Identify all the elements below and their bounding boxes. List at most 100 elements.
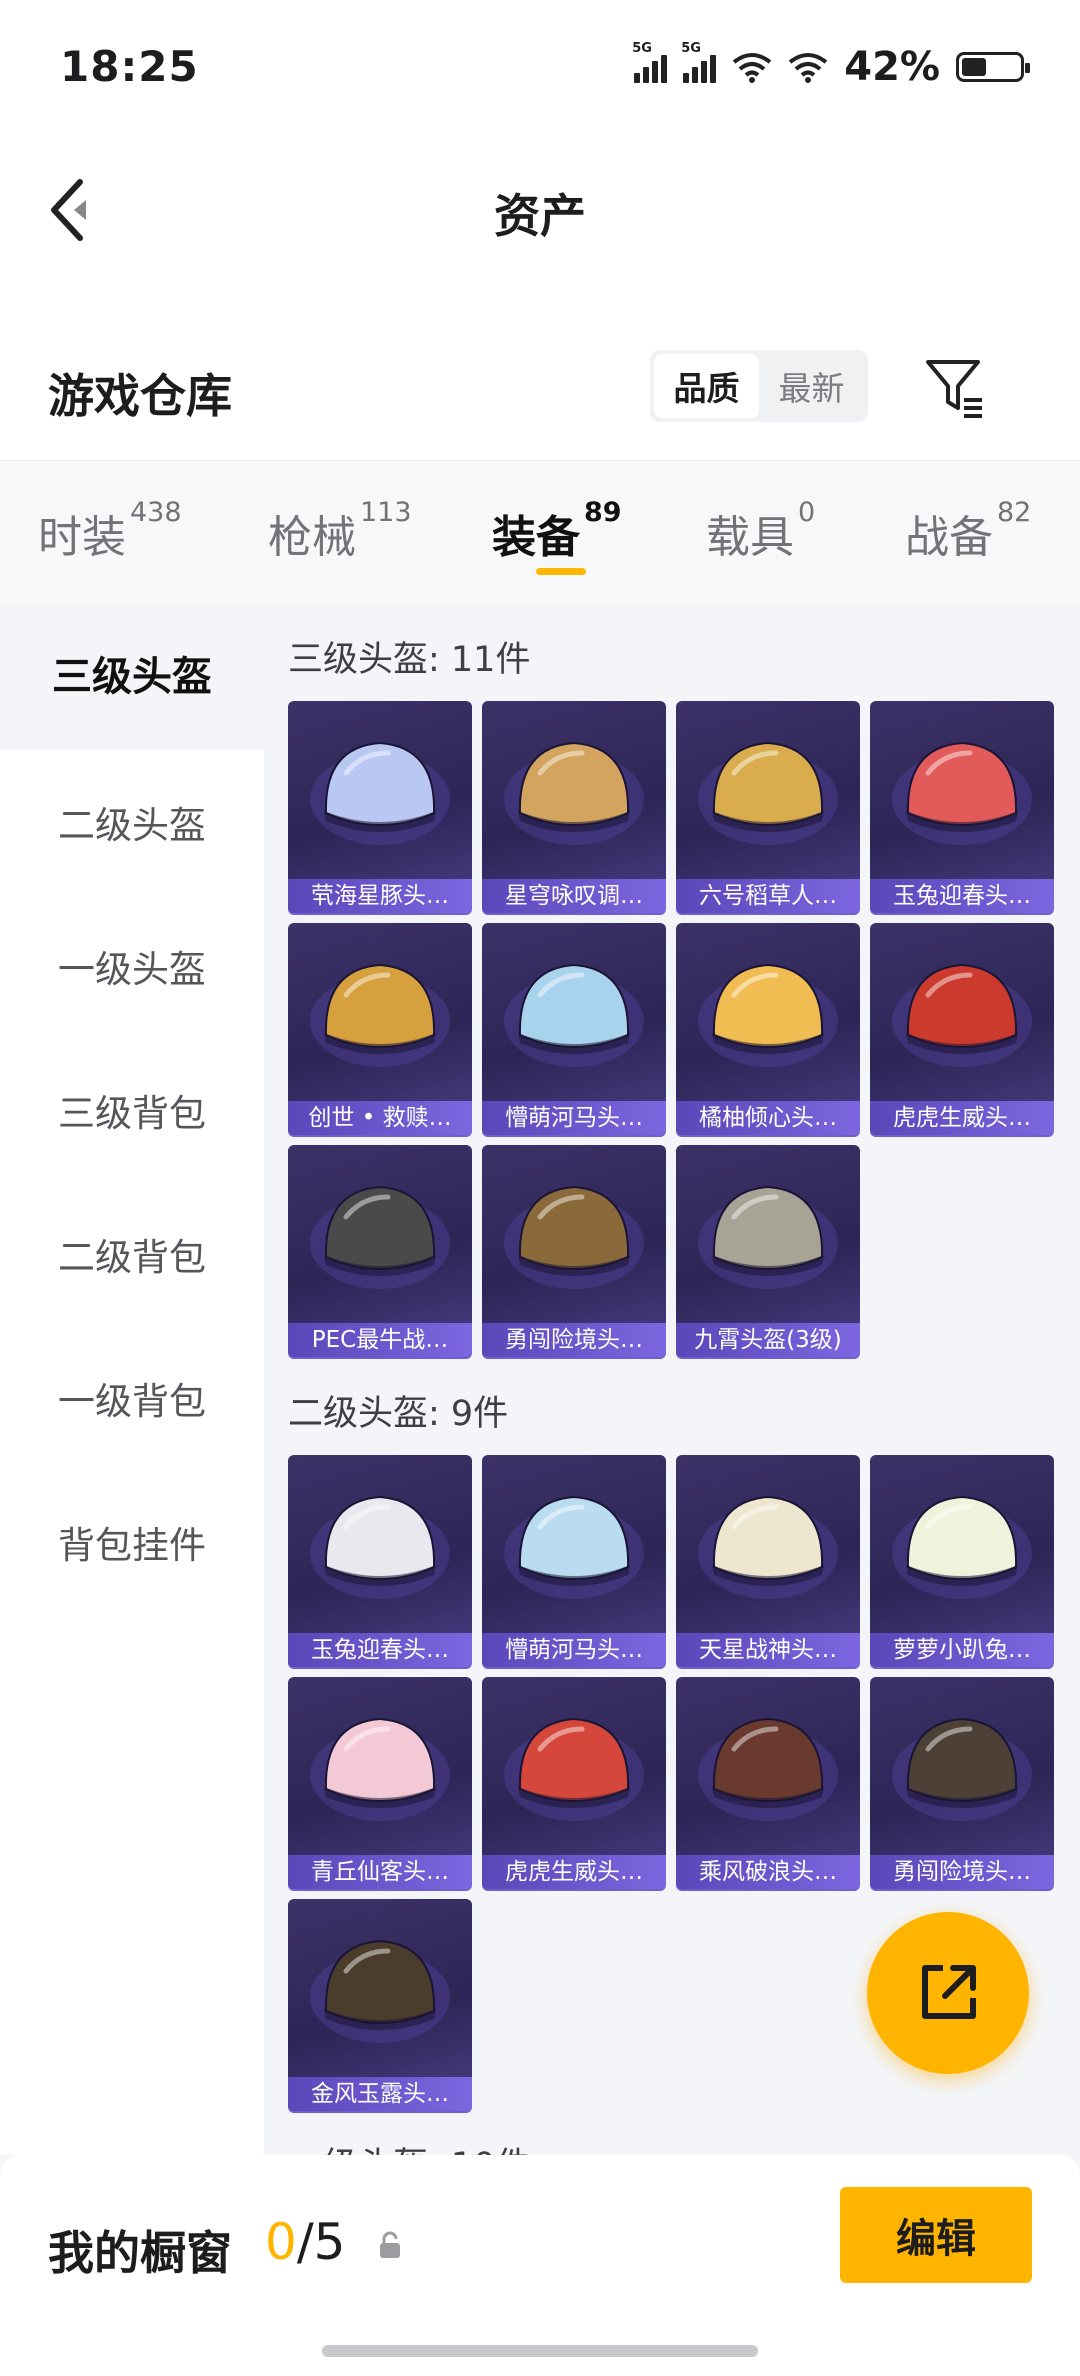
sort-option-latest[interactable]: 最新: [759, 354, 864, 418]
warehouse-title: 游戏仓库: [48, 369, 232, 423]
item-name: PEC最牛战…: [288, 1323, 472, 1357]
helmet-icon: [504, 963, 644, 1067]
item-name: 萝萝小趴兔…: [870, 1633, 1054, 1667]
item-name: 金风玉露头…: [288, 2077, 472, 2111]
showcase-bar: 我的橱窗 0/5 编辑: [0, 2155, 1080, 2376]
item-card[interactable]: 六号稻草人…: [676, 701, 860, 913]
sidebar-item-level1-helmet[interactable]: 一级头盔: [0, 939, 264, 993]
edit-button[interactable]: 编辑: [840, 2187, 1032, 2283]
item-name: 虎虎生威头…: [870, 1101, 1054, 1135]
helmet-icon: [504, 1495, 644, 1599]
item-card[interactable]: 茕海星豚头…: [288, 701, 472, 913]
item-card[interactable]: 懵萌河马头…: [482, 1455, 666, 1667]
warehouse-header: 游戏仓库 品质 最新: [0, 330, 1080, 460]
item-name: 懵萌河马头…: [482, 1101, 666, 1135]
item-name: 玉兔迎春头…: [288, 1633, 472, 1667]
item-card[interactable]: 天星战神头…: [676, 1455, 860, 1667]
item-name: 天星战神头…: [676, 1633, 860, 1667]
item-card[interactable]: PEC最牛战…: [288, 1145, 472, 1357]
helmet-icon: [310, 963, 450, 1067]
helmet-icon: [698, 963, 838, 1067]
item-card[interactable]: 创世 • 救赎…: [288, 923, 472, 1135]
tab-weapons[interactable]: 枪械 113: [268, 497, 412, 565]
tab-fashion[interactable]: 时装 438: [38, 497, 182, 565]
item-name: 创世 • 救赎…: [288, 1101, 472, 1135]
showcase-count: 0/5: [265, 2213, 346, 2271]
item-name: 虎虎生威头…: [482, 1855, 666, 1889]
helmet-icon: [310, 741, 450, 845]
item-name: 玉兔迎春头…: [870, 879, 1054, 913]
item-name: 九霄头盔(3级): [676, 1323, 860, 1357]
battery-percent: 42%: [844, 44, 940, 90]
active-tab-indicator: [536, 568, 586, 575]
item-name: 茕海星豚头…: [288, 879, 472, 913]
category-tabs: 时装 438 枪械 113 装备 89 载具 0 战备 82: [0, 460, 1080, 606]
item-card[interactable]: 勇闯险境头…: [482, 1145, 666, 1357]
tab-supplies[interactable]: 战备 82: [905, 497, 1031, 565]
helmet-icon: [892, 1495, 1032, 1599]
status-bar: 18:25 5G 5G 42%: [0, 0, 1080, 130]
wifi-icon: [789, 53, 828, 83]
item-card[interactable]: 玉兔迎春头…: [870, 701, 1054, 913]
helmet-icon: [310, 1495, 450, 1599]
helmet-icon: [310, 1939, 450, 2043]
wifi-icon: [733, 53, 772, 83]
item-card[interactable]: 懵萌河马头…: [482, 923, 666, 1135]
item-name: 勇闯险境头…: [870, 1855, 1054, 1889]
helmet-icon: [698, 1495, 838, 1599]
item-card[interactable]: 虎虎生威头…: [482, 1677, 666, 1889]
item-name: 青丘仙客头…: [288, 1855, 472, 1889]
share-button[interactable]: [867, 1912, 1029, 2074]
section-title: 三级头盔: 11件: [288, 640, 531, 680]
item-card[interactable]: 虎虎生威头…: [870, 923, 1054, 1135]
section-title: 二级头盔: 9件: [288, 1394, 509, 1434]
item-card[interactable]: 乘风破浪头…: [676, 1677, 860, 1889]
item-card[interactable]: 金风玉露头…: [288, 1899, 472, 2111]
helmet-icon: [310, 1717, 450, 1821]
sidebar-item-level2-helmet[interactable]: 二级头盔: [0, 795, 264, 849]
item-name: 星穹咏叹调…: [482, 879, 666, 913]
share-export-icon: [922, 1965, 976, 2019]
page-title: 资产: [494, 189, 586, 243]
item-name: 勇闯险境头…: [482, 1323, 666, 1357]
subcategory-sidebar: 三级头盔 二级头盔 一级头盔 三级背包 二级背包 一级背包 背包挂件: [0, 605, 264, 2155]
section-title: 一级头盔: 10件: [288, 2137, 530, 2155]
helmet-icon: [504, 1185, 644, 1289]
helmet-icon: [504, 1717, 644, 1821]
cellular-signal-icon: 5G: [681, 41, 717, 83]
sidebar-item-level3-backpack[interactable]: 三级背包: [0, 1083, 264, 1137]
sort-toggle: 品质 最新: [650, 350, 868, 422]
helmet-icon: [698, 741, 838, 845]
item-card[interactable]: 萝萝小趴兔…: [870, 1455, 1054, 1667]
helmet-icon: [310, 1185, 450, 1289]
helmet-icon: [892, 741, 1032, 845]
tab-equipment[interactable]: 装备 89: [492, 497, 622, 565]
status-icons: 5G 5G 42%: [632, 41, 1030, 90]
status-time: 18:25: [60, 42, 199, 91]
sidebar-item-level1-backpack[interactable]: 一级背包: [0, 1371, 264, 1425]
item-name: 六号稻草人…: [676, 879, 860, 913]
item-card[interactable]: 星穹咏叹调…: [482, 701, 666, 913]
sidebar-item-level3-helmet[interactable]: 三级头盔: [0, 605, 264, 750]
cellular-signal-icon: 5G: [632, 41, 668, 83]
filter-icon[interactable]: [920, 352, 990, 422]
helmet-icon: [698, 1717, 838, 1821]
sidebar-item-backpack-charms[interactable]: 背包挂件: [0, 1515, 264, 1569]
item-card[interactable]: 九霄头盔(3级): [676, 1145, 860, 1357]
home-indicator[interactable]: [322, 2345, 758, 2357]
showcase-title: 我的橱窗: [48, 2226, 232, 2280]
item-card[interactable]: 橘柚倾心头…: [676, 923, 860, 1135]
tab-vehicles[interactable]: 载具 0: [706, 497, 815, 565]
nav-bar: 资产: [0, 130, 1080, 330]
item-name: 橘柚倾心头…: [676, 1101, 860, 1135]
item-card[interactable]: 勇闯险境头…: [870, 1677, 1054, 1889]
sort-option-quality[interactable]: 品质: [654, 354, 759, 418]
item-card[interactable]: 玉兔迎春头…: [288, 1455, 472, 1667]
sidebar-item-level2-backpack[interactable]: 二级背包: [0, 1227, 264, 1281]
helmet-icon: [892, 963, 1032, 1067]
item-card[interactable]: 青丘仙客头…: [288, 1677, 472, 1889]
item-name: 懵萌河马头…: [482, 1633, 666, 1667]
item-name: 乘风破浪头…: [676, 1855, 860, 1889]
helmet-icon: [698, 1185, 838, 1289]
helmet-icon: [504, 741, 644, 845]
